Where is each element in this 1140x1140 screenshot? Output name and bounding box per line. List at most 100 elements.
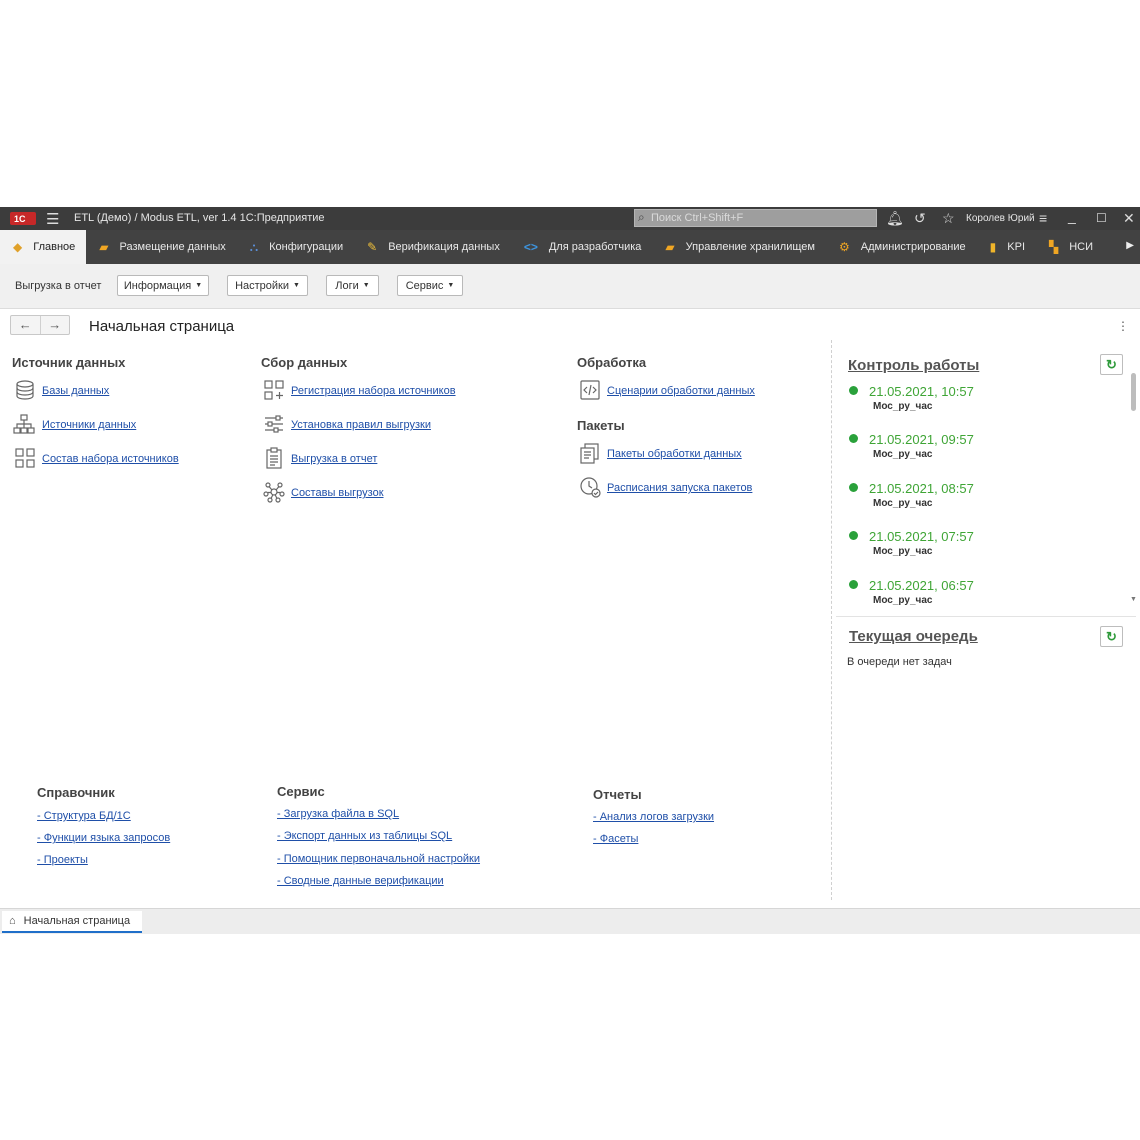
clock-icon [579,476,601,498]
home-icon: ⌂ [9,915,16,927]
entry-date[interactable]: 21.05.2021, 06:57 [869,578,974,593]
command-bar: Выгрузка в отчет Информация ▼ Настройки ▼ … [0,264,1140,309]
status-dot [849,580,858,589]
user-name[interactable]: Королев Юрий [966,213,1035,224]
queue-heading[interactable]: Текущая очередь [849,628,978,645]
link-db-structure[interactable]: - Структура БД/1С [37,810,131,822]
link-setup-wizard[interactable]: - Помощник первоначальной настройки [277,853,480,865]
status-dot [849,386,858,395]
settings-dropdown[interactable]: Настройки ▼ [227,275,308,296]
database-icon [14,379,36,401]
link-databases[interactable]: Базы данных [42,385,109,397]
service-dropdown[interactable]: Сервис ▼ [397,275,463,296]
logs-dropdown[interactable]: Логи ▼ [326,275,379,296]
cube-icon: ◆ [13,240,23,254]
link-export-compositions[interactable]: Составы выгрузок [291,487,384,499]
tab-main[interactable]: ◆ Главное [0,230,87,264]
network-icon [263,481,285,503]
link-package-schedules[interactable]: Расписания запуска пакетов [607,482,752,494]
service-dropdown-label: Сервис [405,279,444,292]
settings-menu-icon[interactable]: ≡ [1039,210,1047,226]
hamburger-menu-icon[interactable]: ☰ [46,210,59,228]
tab-label: Верификация данных [388,241,500,253]
tab-storage-management[interactable]: ▰ Управление хранилищем [652,230,826,264]
link-verification-summary[interactable]: - Сводные данные верификации [277,875,444,887]
code-file-icon [579,379,601,401]
refresh-control-button[interactable]: ↻ [1100,354,1123,375]
control-heading[interactable]: Контроль работы [848,357,979,374]
refresh-icon: ↻ [1106,629,1117,644]
link-log-analysis[interactable]: - Анализ логов загрузки [593,811,714,823]
tab-verification[interactable]: ✎ Верификация данных [354,230,511,264]
info-dropdown[interactable]: Информация ▼ [117,275,209,296]
tab-label: Для разработчика [548,241,642,253]
entry-date[interactable]: 21.05.2021, 07:57 [869,529,974,544]
processing-heading: Обработка [577,355,647,370]
tabs-scroll-right-icon[interactable]: ▶ [1126,240,1134,251]
more-options-icon[interactable]: ⋮ [1117,319,1129,333]
maximize-icon[interactable]: ☐ [1096,211,1107,225]
link-query-functions[interactable]: - Функции языка запросов [37,832,170,844]
book-icon: ▚ [1049,240,1059,254]
link-export-sql-table[interactable]: - Экспорт данных из таблицы SQL [277,830,452,842]
tab-label: НСИ [1069,241,1094,253]
scrollbar-thumb[interactable] [1131,373,1136,411]
settings-dropdown-label: Настройки [235,279,289,292]
refresh-queue-button[interactable]: ↻ [1100,626,1123,647]
minimize-icon[interactable]: _ [1068,208,1076,224]
link-export-rules[interactable]: Установка правил выгрузки [291,419,431,431]
entry-date[interactable]: 21.05.2021, 10:57 [869,384,974,399]
magic-wand-icon: ✎ [367,240,378,254]
link-load-file-sql[interactable]: - Загрузка файла в SQL [277,808,399,820]
tab-label: Главное [33,241,76,253]
info-dropdown-label: Информация [123,279,192,292]
tab-data-placement[interactable]: ▰ Размещение данных [86,230,236,264]
tab-label: Администрирование [860,241,966,253]
panel-divider [831,340,832,900]
panel-separator [836,616,1136,617]
open-window-label: Начальная страница [23,915,131,927]
open-windows-bar: ⌂ Начальная страница [0,908,1140,934]
star-icon[interactable]: ☆ [942,210,955,227]
window-title: ETL (Демо) / Modus ETL, ver 1.4 1С:Предп… [74,212,325,224]
search-input[interactable] [651,210,871,226]
history-navigation: ← → [10,315,70,335]
link-facets[interactable]: - Фасеты [593,833,638,845]
forward-arrow-icon[interactable]: → [39,316,70,334]
close-icon[interactable]: ✕ [1123,210,1135,227]
global-search[interactable]: ⌕ [634,209,877,227]
history-icon[interactable]: ↺ [914,210,926,227]
scroll-down-icon[interactable]: ▼ [1130,596,1137,603]
link-processing-scenarios[interactable]: Сценарии обработки данных [607,385,755,397]
queue-empty-text: В очереди нет задач [847,656,952,668]
tab-kpi[interactable]: ▮ KPI [977,230,1036,264]
tab-label: Размещение данных [119,241,226,253]
tab-administration[interactable]: ⚙ Администрирование [826,230,977,264]
link-data-sources[interactable]: Источники данных [42,419,136,431]
bell-icon[interactable]: 🔔︎ [886,210,904,227]
bar-chart-icon: ▮ [989,240,997,254]
entry-name: Мос_ру_час [873,498,933,509]
open-window-tab[interactable]: ⌂ Начальная страница [2,911,142,933]
status-dot [849,531,858,540]
tab-developer[interactable]: <> Для разработчика [511,230,653,264]
entry-name: Мос_ру_час [873,401,933,412]
link-export-to-report[interactable]: Выгрузка в отчет [291,453,377,465]
link-register-source-set[interactable]: Регистрация набора источников [291,385,456,397]
status-dot [849,483,858,492]
link-projects[interactable]: - Проекты [37,854,88,866]
storage-icon: ▰ [665,240,675,254]
link-processing-packages[interactable]: Пакеты обработки данных [607,448,742,460]
entry-date[interactable]: 21.05.2021, 09:57 [869,432,974,447]
entry-name: Мос_ру_час [873,595,933,606]
link-source-set-composition[interactable]: Состав набора источников [42,453,179,465]
add-grid-icon [263,379,285,401]
export-to-report-button[interactable]: Выгрузка в отчет [15,280,101,292]
back-arrow-icon[interactable]: ← [11,316,40,334]
entry-date[interactable]: 21.05.2021, 08:57 [869,481,974,496]
tab-nsi[interactable]: ▚ НСИ [1036,230,1104,264]
database-icon: ▰ [99,240,109,254]
sources-heading: Источник данных [12,355,126,370]
tab-configurations[interactable]: ⛬ Конфигурации [237,230,354,264]
hierarchy-icon [13,413,35,435]
